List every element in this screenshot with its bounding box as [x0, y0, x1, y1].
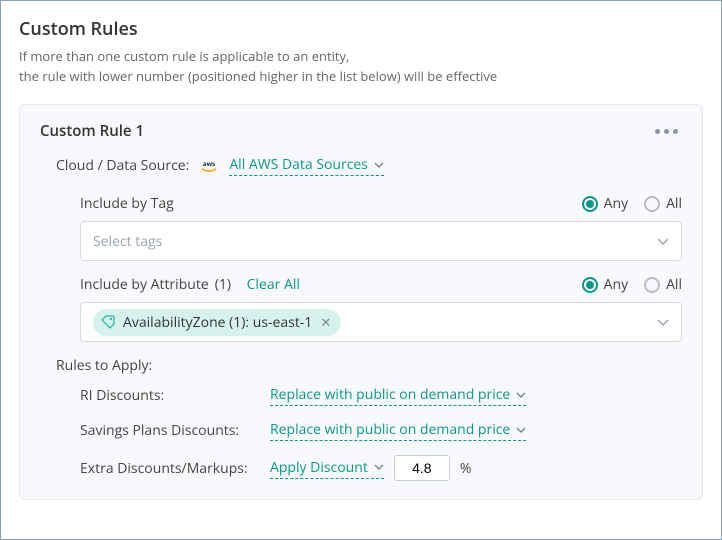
include-by-attribute-label: Include by Attribute: [80, 275, 209, 294]
select-tags-placeholder: Select tags: [93, 232, 162, 251]
extra-discounts-label: Extra Discounts/Markups:: [80, 459, 270, 478]
rules-to-apply-label: Rules to Apply:: [40, 356, 682, 375]
percent-label: %: [460, 459, 472, 478]
aws-icon: aws: [199, 159, 219, 173]
select-attributes-dropdown[interactable]: AvailabilityZone (1): us-east-1 ✕: [80, 302, 682, 342]
extra-discounts-type-dropdown[interactable]: Apply Discount: [270, 458, 384, 479]
attr-radio-any-label: Any: [604, 275, 628, 294]
attr-radio-all[interactable]: All: [644, 275, 682, 294]
attribute-chip: AvailabilityZone (1): us-east-1 ✕: [93, 309, 341, 336]
tag-icon: [101, 315, 115, 329]
svg-text:aws: aws: [203, 159, 215, 168]
chevron-down-icon: [657, 238, 669, 245]
page-title: Custom Rules: [19, 17, 703, 41]
include-by-tag-label: Include by Tag: [80, 194, 174, 213]
extra-discounts-amount-input[interactable]: [394, 455, 450, 481]
ri-discounts-value: Replace with public on demand price: [270, 385, 510, 404]
select-tags-dropdown[interactable]: Select tags: [80, 221, 682, 261]
chevron-down-icon: [657, 319, 669, 326]
attr-radio-any[interactable]: Any: [582, 275, 628, 294]
tag-radio-all[interactable]: All: [644, 194, 682, 213]
include-by-attribute-count: (1): [215, 275, 231, 294]
chevron-down-icon: [516, 392, 526, 398]
desc-line-1: If more than one custom rule is applicab…: [19, 47, 349, 65]
chevron-down-icon: [374, 464, 384, 470]
desc-line-2: the rule with lower number (positioned h…: [19, 67, 497, 85]
remove-chip-button[interactable]: ✕: [320, 316, 331, 329]
page-description: If more than one custom rule is applicab…: [19, 47, 703, 86]
tag-radio-any-label: Any: [604, 194, 628, 213]
chevron-down-icon: [516, 427, 526, 433]
extra-discounts-type-value: Apply Discount: [270, 458, 368, 477]
cloud-source-label: Cloud / Data Source:: [56, 156, 189, 175]
custom-rule-card: Custom Rule 1 Cloud / Data Source: aws A…: [19, 104, 703, 500]
card-title: Custom Rule 1: [40, 121, 144, 141]
sp-discounts-label: Savings Plans Discounts:: [80, 421, 270, 440]
tag-radio-all-label: All: [666, 194, 682, 213]
tag-radio-any[interactable]: Any: [582, 194, 628, 213]
attr-radio-all-label: All: [666, 275, 682, 294]
more-options-button[interactable]: [651, 125, 682, 138]
sp-discounts-dropdown[interactable]: Replace with public on demand price: [270, 420, 526, 441]
ri-discounts-label: RI Discounts:: [80, 386, 270, 405]
cloud-source-value: All AWS Data Sources: [229, 155, 368, 174]
attribute-chip-text: AvailabilityZone (1): us-east-1: [123, 313, 312, 332]
chevron-down-icon: [374, 162, 384, 168]
sp-discounts-value: Replace with public on demand price: [270, 420, 510, 439]
ri-discounts-dropdown[interactable]: Replace with public on demand price: [270, 385, 526, 406]
cloud-source-dropdown[interactable]: All AWS Data Sources: [229, 155, 384, 176]
clear-all-button[interactable]: Clear All: [247, 275, 300, 294]
